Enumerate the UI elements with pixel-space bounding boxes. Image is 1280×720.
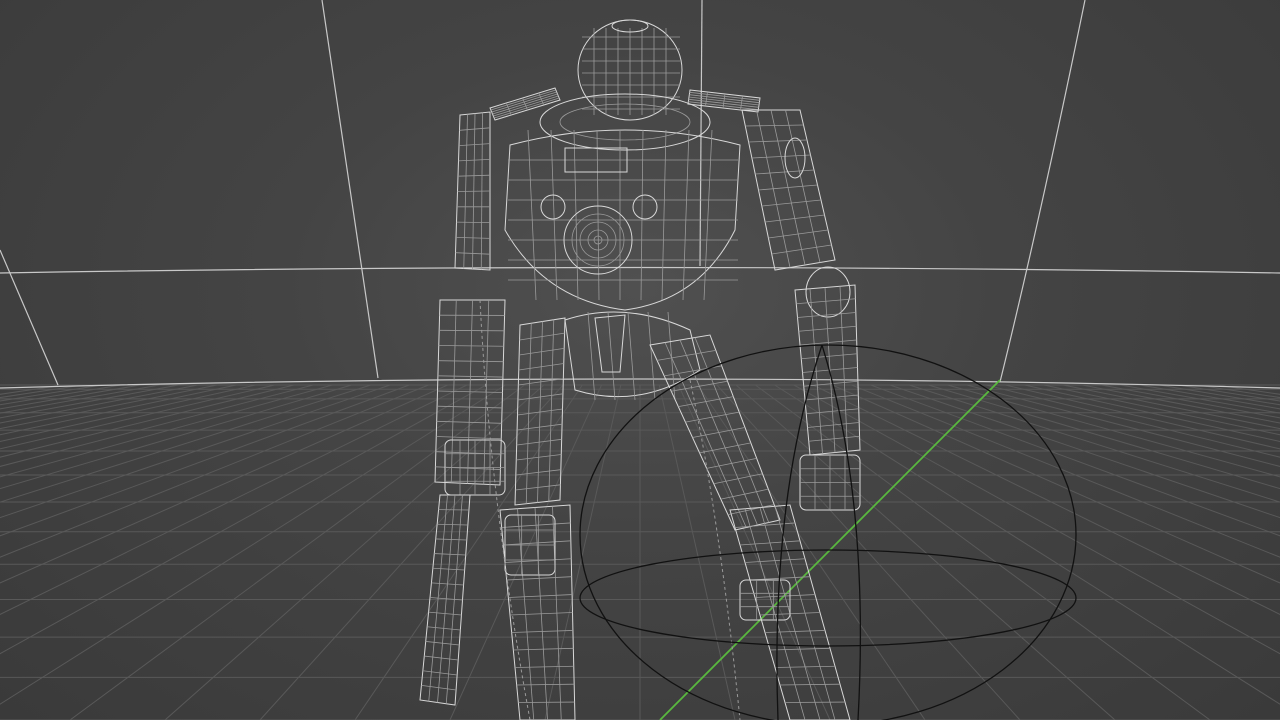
grid-line bbox=[0, 384, 333, 478]
backdrop-seam bbox=[321, 0, 379, 379]
grid-line bbox=[697, 384, 926, 720]
grid-line bbox=[966, 384, 1280, 467]
grid-line bbox=[0, 384, 218, 430]
robot-pelvis-wire bbox=[607, 311, 616, 401]
robot-pelvis-wire bbox=[587, 311, 596, 401]
robot-pelvis-wire bbox=[647, 311, 656, 401]
robot-left-blade-wire bbox=[428, 494, 448, 702]
grid-line bbox=[985, 384, 1280, 458]
robot-chest-vent bbox=[540, 194, 566, 220]
grid-line bbox=[0, 384, 275, 450]
robot-torso-wire bbox=[527, 129, 537, 301]
robot-torso-wire bbox=[703, 129, 713, 301]
sphere-outline bbox=[579, 344, 1077, 720]
grid-line bbox=[0, 384, 102, 402]
grid-line bbox=[259, 384, 564, 720]
robot-codpiece bbox=[594, 314, 626, 373]
empty-sphere-icon[interactable] bbox=[579, 344, 1077, 720]
grid-line bbox=[928, 384, 1280, 490]
robot-pelvis-wire bbox=[627, 311, 636, 401]
3d-viewport[interactable] bbox=[0, 0, 1280, 720]
robot-left-blade-wire bbox=[437, 494, 456, 703]
grid-line bbox=[658, 384, 736, 720]
viewport-scene[interactable] bbox=[0, 0, 1280, 720]
robot-right-shin-wire bbox=[774, 506, 836, 720]
grid-line bbox=[0, 384, 314, 467]
grid-line bbox=[0, 384, 410, 537]
grid-line bbox=[0, 384, 371, 503]
floor-grid bbox=[0, 384, 1280, 720]
robot-right-shin-wire bbox=[744, 508, 806, 720]
grid-line bbox=[947, 384, 1280, 478]
grid-line bbox=[164, 384, 545, 720]
robot-chest-vent bbox=[632, 194, 658, 220]
robot-pelvis bbox=[564, 311, 701, 398]
robot-right-elbow bbox=[805, 266, 851, 318]
grid-line bbox=[1024, 384, 1280, 442]
grid-line bbox=[735, 384, 1116, 720]
backdrop-seam bbox=[0, 249, 59, 386]
grid-line bbox=[0, 384, 256, 442]
grid-line bbox=[755, 384, 1211, 720]
grid-line bbox=[774, 384, 1280, 705]
robot-right-upper-arm-wire bbox=[770, 109, 806, 266]
grid-line bbox=[1120, 384, 1280, 414]
grid-line bbox=[0, 384, 352, 490]
studio-backdrop bbox=[0, 0, 1280, 389]
grid-line bbox=[0, 384, 160, 414]
grid-line bbox=[0, 384, 448, 584]
grid-line bbox=[1005, 384, 1280, 450]
backdrop-seam bbox=[699, 0, 703, 267]
sphere-meridian bbox=[821, 344, 862, 720]
robot-torso-wire bbox=[661, 129, 667, 301]
grid-line bbox=[69, 384, 525, 720]
grid-line bbox=[544, 384, 622, 720]
robot-torso-wire bbox=[550, 129, 558, 301]
grid-line bbox=[716, 384, 1021, 720]
grid-line bbox=[909, 384, 1280, 503]
backdrop-seam bbox=[999, 0, 1086, 383]
grid-line bbox=[0, 384, 506, 705]
robot-collar bbox=[539, 93, 711, 151]
robot-right-thigh-wire bbox=[679, 339, 758, 526]
robot-right-upper-arm-wire bbox=[756, 109, 791, 268]
robot-torso-wire bbox=[640, 129, 644, 301]
grid-line bbox=[449, 384, 603, 720]
grid-line bbox=[0, 384, 295, 458]
grid-line bbox=[1062, 384, 1280, 430]
robot-torso-wire bbox=[682, 129, 690, 301]
robot-right-shoulder-joint bbox=[784, 137, 806, 179]
backdrop-wall-edge bbox=[0, 266, 1280, 274]
grid-line bbox=[1178, 384, 1280, 402]
robot-right-upper-arm-wire bbox=[785, 109, 821, 263]
